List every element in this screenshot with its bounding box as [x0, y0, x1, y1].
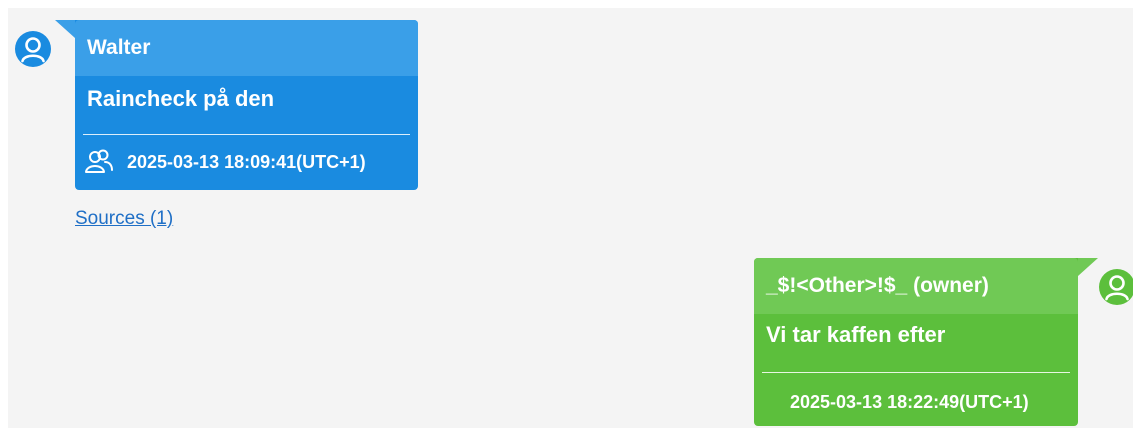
message-text: Raincheck på den: [87, 86, 275, 111]
user-avatar-icon: [14, 30, 52, 68]
message-divider: [762, 372, 1070, 373]
sender-name: Walter: [75, 20, 418, 76]
message-bubble-incoming: Walter Raincheck på den 2025-03-13 18:09…: [55, 20, 418, 190]
message-timestamp: 2025-03-13 18:09:41(UTC+1): [127, 151, 366, 172]
message-divider: [83, 134, 410, 135]
participants-icon: [84, 148, 114, 176]
sources-link[interactable]: Sources (1): [75, 208, 173, 230]
message-meta: 2025-03-13 18:09:41(UTC+1): [84, 148, 366, 176]
message-bubble-outgoing: _$!<Other>!$_ (owner) Vi tar kaffen efte…: [754, 258, 1098, 426]
sender-name: _$!<Other>!$_ (owner): [754, 258, 1078, 314]
message-text: Vi tar kaffen efter: [766, 322, 946, 347]
message-timestamp: 2025-03-13 18:22:49(UTC+1): [790, 392, 1029, 412]
bubble-tail: [1078, 258, 1098, 276]
user-avatar-icon: [1098, 268, 1133, 306]
bubble-tail: [55, 20, 75, 38]
message-meta: 2025-03-13 18:22:49(UTC+1): [790, 392, 1029, 413]
